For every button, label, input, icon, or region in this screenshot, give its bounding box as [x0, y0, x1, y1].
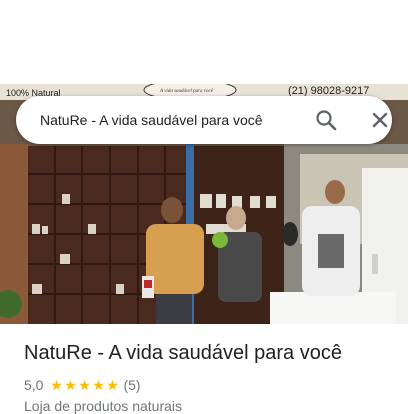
star-icon: ★ [106, 377, 119, 393]
place-title: NatuRe - A vida saudável para você [24, 342, 342, 364]
search-input[interactable]: NatuRe - A vida saudável para você [40, 96, 263, 144]
close-icon [372, 112, 388, 128]
place-category: Loja de produtos naturais [24, 398, 182, 414]
star-icon: ★ [78, 377, 91, 393]
review-count[interactable]: (5) [123, 377, 140, 393]
banner-center-text: A vida saudável para você [159, 89, 214, 94]
star-icon: ★ [64, 377, 77, 393]
search-icon [316, 110, 337, 131]
star-rating: ★ ★ ★ ★ ★ [49, 378, 119, 392]
star-icon: ★ [92, 377, 105, 393]
rating-value: 5,0 [24, 377, 44, 393]
search-button[interactable] [308, 102, 344, 138]
clear-search-button[interactable] [362, 102, 398, 138]
search-bar[interactable]: NatuRe - A vida saudável para você [16, 96, 392, 144]
star-icon: ★ [50, 377, 63, 393]
rating-row[interactable]: 5,0 ★ ★ ★ ★ ★ (5) [24, 376, 141, 394]
